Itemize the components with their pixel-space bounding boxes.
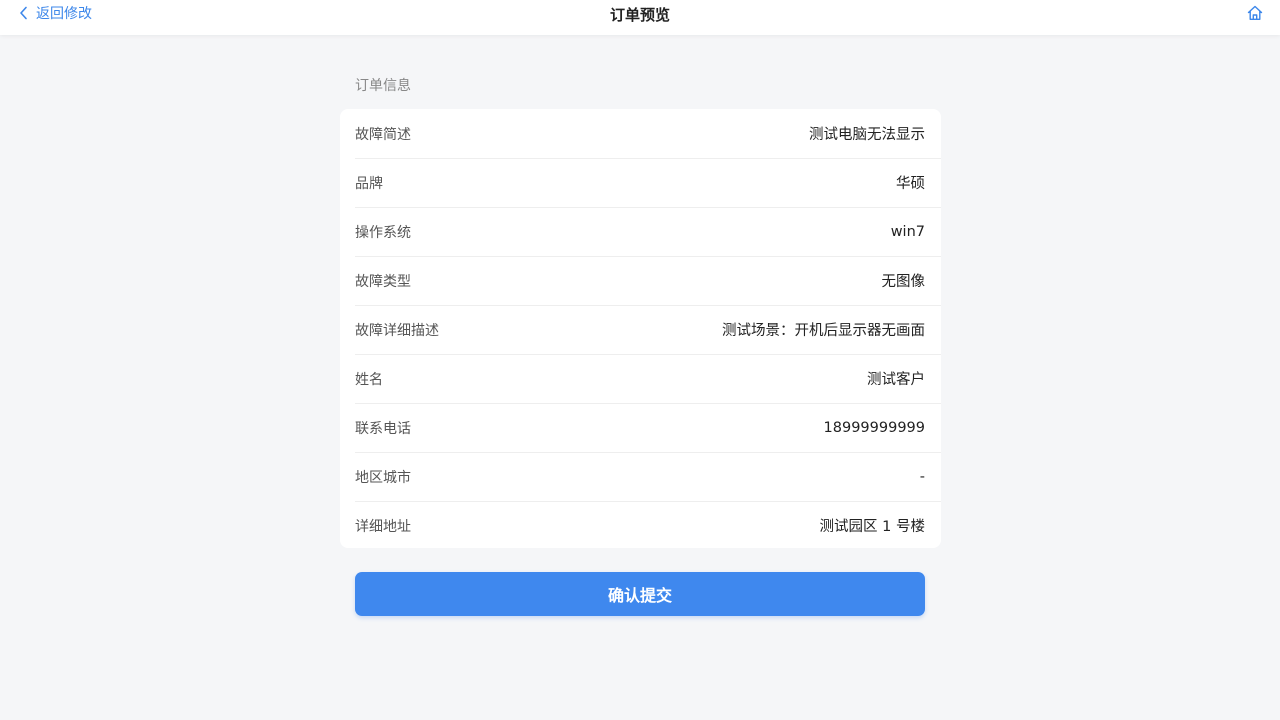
row-label: 故障类型 [355, 273, 411, 290]
row-label: 详细地址 [355, 518, 411, 535]
info-row-fault-type: 故障类型 无图像 [340, 256, 941, 305]
row-value: 测试园区 1 号楼 [819, 519, 925, 535]
home-icon[interactable] [1246, 4, 1264, 22]
row-label: 故障详细描述 [355, 322, 439, 339]
row-value: 无图像 [881, 274, 926, 290]
row-value: 测试场景：开机后显示器无画面 [722, 323, 925, 339]
info-row-name: 姓名 测试客户 [340, 354, 941, 403]
row-value: 18999999999 [823, 419, 925, 436]
page-title: 订单预览 [609, 6, 670, 24]
nav-bar: 返回修改 订单预览 [0, 0, 1280, 35]
row-label: 地区城市 [355, 469, 411, 486]
row-value: 测试电脑无法显示 [809, 127, 925, 143]
info-row-phone: 联系电话 18999999999 [340, 403, 941, 452]
order-info-card: 故障简述 测试电脑无法显示 品牌 华硕 操作系统 win7 故障类型 无图像 故… [340, 109, 941, 548]
section-title: 订单信息 [355, 78, 411, 94]
row-label: 操作系统 [355, 224, 411, 241]
row-label: 联系电话 [355, 420, 411, 437]
info-row-brand: 品牌 华硕 [340, 158, 941, 207]
row-value: - [919, 468, 925, 485]
info-row-region-city: 地区城市 - [340, 452, 941, 501]
info-row-fault-summary: 故障简述 测试电脑无法显示 [340, 109, 941, 158]
row-label: 故障简述 [355, 126, 411, 143]
info-row-address: 详细地址 测试园区 1 号楼 [340, 501, 941, 550]
row-value: 测试客户 [867, 372, 925, 388]
row-label: 姓名 [355, 371, 383, 388]
info-row-os: 操作系统 win7 [340, 207, 941, 256]
row-value: 华硕 [896, 176, 925, 192]
info-row-fault-detail: 故障详细描述 测试场景：开机后显示器无画面 [340, 305, 941, 354]
confirm-submit-button[interactable]: 确认提交 [355, 572, 925, 616]
row-label: 品牌 [355, 175, 383, 192]
row-value: win7 [890, 223, 925, 240]
